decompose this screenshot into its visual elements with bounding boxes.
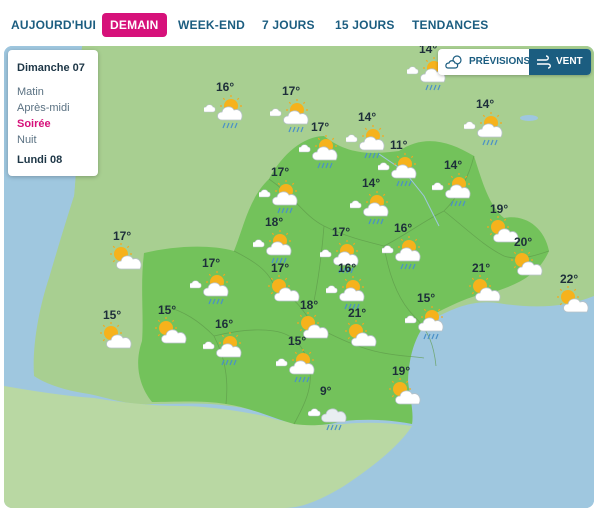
sun-cloud-rain-icon [253,230,292,264]
sun-cloud-rain-icon [382,236,421,270]
sun-cloud-rain-icon [464,112,503,146]
forecast-marker[interactable]: 19° [380,364,428,414]
cloud-sun-icon [445,55,462,69]
forecast-marker[interactable]: 17° [190,256,238,306]
forecast-marker[interactable]: 17° [259,165,307,215]
forecast-marker[interactable]: 17° [299,120,347,170]
next-day[interactable]: Lundi 08 [17,154,62,166]
slot-matin[interactable]: Matin [17,86,44,98]
current-day: Dimanche 07 [17,62,85,74]
sun-cloud-rain-icon [203,332,242,366]
forecast-marker[interactable]: 15° [405,291,453,341]
forecast-marker[interactable]: 20° [502,235,550,285]
forecast-marker[interactable]: 14° [350,176,398,226]
slot-soiree[interactable]: Soirée [17,118,51,130]
sun-cloud-rain-icon [190,271,229,305]
forecast-marker[interactable]: 18° [253,215,301,265]
view-toggle: PRÉVISIONS VENT [438,49,591,75]
forecast-marker[interactable]: 9° [308,384,356,434]
vent-label: VENT [556,56,583,67]
sun-cloud-rain-icon [204,95,243,129]
forecast-marker[interactable]: 14° [432,158,480,208]
sun-cloud-icon [345,320,377,347]
vent-button[interactable]: VENT [529,49,591,75]
forecast-marker[interactable]: 15° [276,334,324,384]
sun-cloud-icon [389,378,421,405]
cloud-rain-icon [308,408,347,431]
forecast-marker[interactable]: 21° [336,306,384,356]
sun-cloud-icon [511,249,543,276]
lake [520,115,538,121]
sun-cloud-icon [469,275,501,302]
forecast-tabs: AUJOURD'HUI DEMAIN WEEK-END 7 JOURS 15 J… [0,0,605,46]
forecast-marker[interactable]: 14° [464,97,512,147]
sun-cloud-icon [100,322,132,349]
forecast-marker[interactable]: 16° [203,317,251,367]
forecast-marker[interactable]: 22° [548,272,594,322]
forecast-marker[interactable]: 15° [146,303,194,353]
sun-cloud-rain-icon [405,306,444,340]
forecast-marker[interactable]: 16° [204,80,252,130]
tab-demain[interactable]: DEMAIN [102,13,167,37]
forecast-marker[interactable]: 21° [460,261,508,311]
sun-cloud-icon [557,286,589,313]
tab-15-jours[interactable]: 15 JOURS [335,13,395,37]
forecast-marker[interactable]: 16° [382,221,430,271]
sun-cloud-rain-icon [432,173,471,207]
tab-tendances[interactable]: TENDANCES [412,13,488,37]
wind-icon [537,55,551,69]
sun-cloud-rain-icon [259,180,298,214]
day-panel: Dimanche 07 Matin Après-midi Soirée Nuit… [8,50,98,176]
sun-cloud-rain-icon [276,349,315,383]
sun-cloud-icon [110,243,142,270]
slot-apres-midi[interactable]: Après-midi [17,102,70,114]
tab-7-jours[interactable]: 7 JOURS [262,13,315,37]
tab-week-end[interactable]: WEEK-END [178,13,245,37]
tab-aujourdhui[interactable]: AUJOURD'HUI [11,13,96,37]
sun-cloud-icon [155,317,187,344]
forecast-marker[interactable]: 17° [101,229,149,279]
previsions-button[interactable]: PRÉVISIONS [438,49,531,75]
previsions-label: PRÉVISIONS [469,56,531,67]
slot-nuit[interactable]: Nuit [17,134,37,146]
forecast-marker[interactable]: 15° [91,308,139,358]
